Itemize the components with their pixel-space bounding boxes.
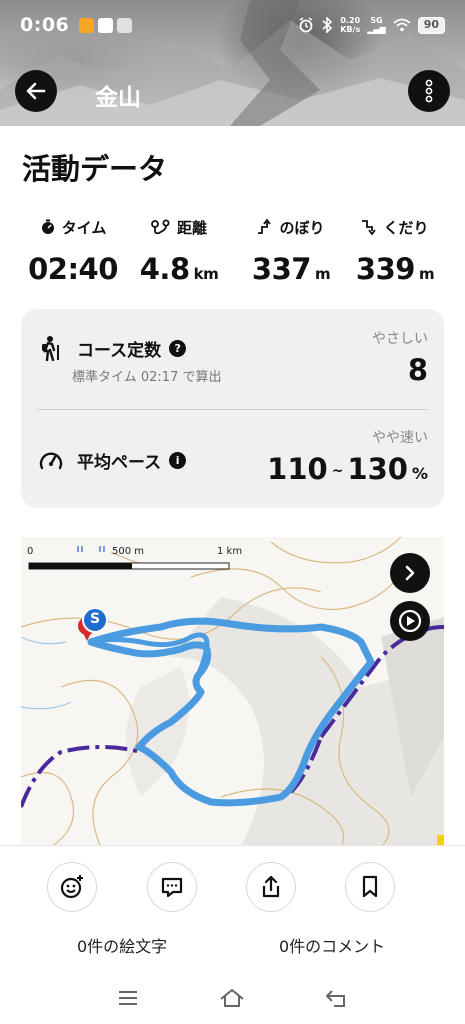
emoji-count-label[interactable]: 0件の絵文字: [77, 933, 167, 957]
stat-time-value-row: 02:40: [15, 252, 131, 286]
header-background: 0:06 0.20 KB/s 5G ▂▄▆ 90 金山: [0, 0, 465, 126]
stat-label: くだり: [383, 218, 429, 237]
bookmark-icon: [362, 875, 378, 898]
more-vertical-icon: [425, 79, 433, 103]
course-pace-card: コース定数 ? 標準タイム 02:17 で算出 やさしい 8 平均ペース i や…: [21, 309, 444, 508]
pace-low: 110: [267, 452, 328, 486]
bookmark-button[interactable]: [345, 862, 395, 912]
stat-descent-label-row: くだり: [337, 214, 453, 240]
alarm-icon: [299, 17, 313, 33]
stat-label: のぼり: [279, 218, 325, 237]
route-map[interactable]: 0 500 m 1 km S: [21, 537, 444, 847]
map-canvas: [21, 537, 444, 847]
back-button[interactable]: [15, 70, 57, 112]
menu-icon: [119, 991, 137, 1005]
notification-app-icon: [79, 17, 95, 33]
home-button[interactable]: [212, 983, 252, 1013]
chevron-right-icon: [405, 565, 415, 581]
stat-descent-value-row: 339 m: [337, 252, 453, 286]
battery-indicator: 90: [417, 16, 445, 34]
info-icon[interactable]: i: [169, 452, 187, 469]
course-constant-title: コース定数: [77, 340, 162, 361]
speed-unit: KB/s: [340, 25, 361, 34]
speed-value: 0.20: [340, 16, 361, 25]
speedometer-icon: [39, 451, 63, 469]
scale-label-mid: 500 m: [112, 546, 145, 557]
stat-value: 339: [355, 252, 416, 286]
signal-indicator: 5G ▂▄▆: [367, 16, 386, 34]
status-bar: 0:06 0.20 KB/s 5G ▂▄▆ 90: [0, 0, 465, 50]
pace-high: 130: [347, 452, 408, 486]
bluetooth-icon: [322, 17, 333, 33]
network-type: 5G: [370, 16, 383, 25]
comment-count-label[interactable]: 0件のコメント: [279, 933, 385, 957]
stat-value: 4.8: [139, 252, 190, 286]
play-replay-button[interactable]: [390, 601, 430, 641]
stat-unit: m: [418, 265, 435, 283]
average-pace-value: 110 ~130%: [267, 452, 428, 486]
section-title: 活動データ: [22, 152, 168, 186]
stopwatch-icon: [41, 219, 54, 234]
add-emoji-button[interactable]: [47, 862, 97, 912]
stat-label: タイム: [61, 218, 107, 237]
stat-label: 距離: [176, 218, 207, 237]
system-back-button[interactable]: [316, 983, 356, 1013]
notification-app-icon: [98, 17, 114, 33]
stat-time-label-row: タイム: [15, 214, 131, 240]
course-constant-note: 標準タイム 02:17 で算出: [72, 370, 222, 385]
stat-value: 337: [251, 252, 312, 286]
stat-distance-label-row: 距離: [121, 214, 237, 240]
comment-button[interactable]: [147, 862, 197, 912]
stat-ascent-value-row: 337 m: [233, 252, 349, 286]
pace-unit: %: [411, 464, 428, 483]
activity-stats: タイム 02:40 距離 4.8 km のぼり 337 m くだり 339 m: [0, 214, 465, 294]
average-pace-rating: やや速い: [372, 430, 428, 446]
stat-time: タイム 02:40: [15, 214, 131, 287]
stat-unit: m: [314, 265, 331, 283]
page-title: 金山: [95, 85, 141, 111]
help-icon[interactable]: ?: [169, 339, 187, 357]
scale-label-zero: 0: [27, 546, 34, 557]
stat-distance: 距離 4.8 km: [121, 214, 237, 287]
course-constant-value: 8: [407, 353, 428, 387]
wifi-icon: [393, 18, 411, 32]
share-icon: [262, 875, 280, 898]
emoji-add-icon: [60, 875, 83, 899]
arrow-left-icon: [26, 82, 46, 100]
stat-distance-value-row: 4.8 km: [121, 252, 237, 286]
stat-ascent-label-row: のぼり: [233, 214, 349, 240]
course-constant-rating: やさしい: [372, 331, 428, 347]
recent-apps-button[interactable]: [108, 983, 148, 1013]
ascent-icon: [258, 219, 272, 234]
comment-icon: [161, 877, 183, 898]
average-pace-row: 平均ペース i: [39, 448, 187, 473]
hiker-icon: [42, 336, 59, 361]
stat-descent: くだり 339 m: [337, 214, 453, 287]
share-button[interactable]: [246, 862, 296, 912]
status-right: 0.20 KB/s 5G ▂▄▆ 90: [298, 16, 445, 34]
back-icon: [326, 990, 345, 1007]
route-distance-icon: [151, 219, 170, 235]
stat-unit: km: [193, 265, 219, 283]
descent-icon: [362, 220, 377, 235]
pace-separator: ~: [331, 463, 344, 479]
notification-app-icon: [117, 17, 133, 33]
play-circle-icon: [398, 609, 422, 633]
home-icon: [220, 989, 244, 1007]
average-pace-title: 平均ペース: [77, 453, 162, 473]
status-time: 0:06: [20, 14, 70, 36]
top-app-bar: 金山: [0, 68, 465, 116]
scale-label-end: 1 km: [217, 546, 243, 557]
expand-map-button[interactable]: [390, 553, 430, 593]
system-navigation-bar: [0, 975, 465, 1024]
network-speed: 0.20 KB/s: [340, 16, 360, 34]
course-constant-row: コース定数 ?: [39, 335, 187, 361]
more-options-button[interactable]: [408, 70, 450, 112]
card-divider: [37, 409, 428, 410]
stat-ascent: のぼり 337 m: [233, 214, 349, 287]
stat-value: 02:40: [28, 252, 118, 286]
notification-icons: [79, 17, 133, 33]
start-marker: S: [89, 611, 101, 627]
